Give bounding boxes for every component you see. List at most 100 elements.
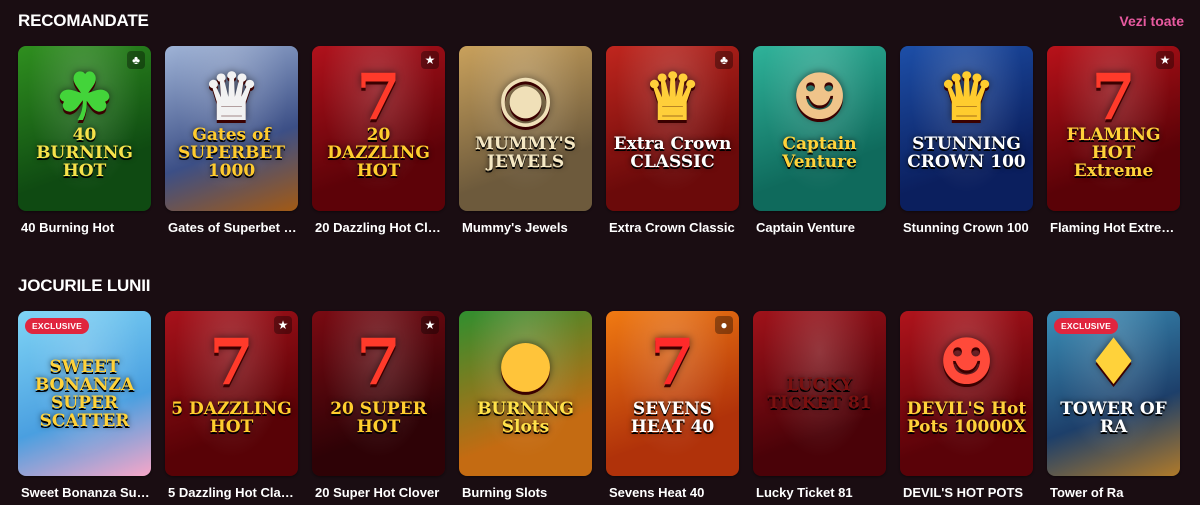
game-name[interactable]: 5 Dazzling Hot Classic xyxy=(165,485,298,500)
game-artwork: 7 20 DAZZLING HOT xyxy=(312,46,445,211)
game-name[interactable]: Lucky Ticket 81 xyxy=(753,485,886,500)
section-title: JOCURILE LUNII xyxy=(18,276,151,295)
game-card[interactable]: ♦ TOWER OF RA EXCLUSIVE Tower of Ra xyxy=(1047,311,1180,500)
game-name[interactable]: Burning Slots xyxy=(459,485,592,500)
game-emblem-icon: ☘ xyxy=(55,60,114,135)
provider-icon: ♣ xyxy=(127,51,145,69)
game-artwork: ● BURNING Slots xyxy=(459,311,592,476)
game-thumbnail[interactable]: ♛ Extra Crown CLASSIC ♣ xyxy=(606,46,739,211)
provider-icon: ★ xyxy=(274,316,292,334)
game-thumbnail[interactable]: 7 SEVENS HEAT 40 ● xyxy=(606,311,739,476)
game-logo-text: TOWER OF RA xyxy=(1060,398,1167,437)
game-artwork: 7 SEVENS HEAT 40 xyxy=(606,311,739,476)
game-thumbnail[interactable]: 7 20 DAZZLING HOT ★ xyxy=(312,46,445,211)
game-thumbnail[interactable]: ☻ DEVIL'S Hot Pots 10000X xyxy=(900,311,1033,476)
exclusive-badge: EXCLUSIVE xyxy=(1054,318,1118,334)
game-emblem-icon: 7 xyxy=(356,325,401,400)
game-card[interactable]: ♛ Gates of SUPERBET 1000 Gates of Superbet… xyxy=(165,46,298,235)
provider-icon: ● xyxy=(715,316,733,334)
game-artwork: ♦ TOWER OF RA xyxy=(1047,311,1180,476)
game-logo-text: SEVENS HEAT 40 xyxy=(630,398,715,437)
game-emblem-icon: ♛ xyxy=(643,60,702,135)
game-artwork: 7 20 SUPER HOT xyxy=(312,311,445,476)
game-card[interactable]: ● BURNING Slots Burning Slots xyxy=(459,311,592,500)
game-emblem-icon: ☻ xyxy=(937,325,996,400)
game-artwork: ☻ Captain Venture xyxy=(753,46,886,211)
game-card[interactable]: ☘ 40 BURNING HOT ♣ 40 Burning Hot xyxy=(18,46,151,235)
game-card[interactable]: 75 DAZZLING HOT ★ 5 Dazzling Hot Classic xyxy=(165,311,298,500)
games-row: ☘ 40 BURNING HOT ♣ 40 Burning Hot ♛ Gates of … xyxy=(18,46,1180,235)
game-card[interactable]: 7 SEVENS HEAT 40 ● Sevens Heat 40 xyxy=(606,311,739,500)
game-logo-text: BURNING Slots xyxy=(477,398,574,437)
game-card[interactable]: LUCKY TICKET 81 Lucky Ticket 81 xyxy=(753,311,886,500)
game-artwork: LUCKY TICKET 81 xyxy=(753,311,886,476)
game-card[interactable]: ♛ STUNNING CROWN 100 Stunning Crown 100 xyxy=(900,46,1033,235)
game-emblem-icon: 7 xyxy=(650,325,695,400)
game-thumbnail[interactable]: LUCKY TICKET 81 xyxy=(753,311,886,476)
game-card[interactable]: SWEET BONANZA SUPER SCATTER EXCLUSIVE Swee… xyxy=(18,311,151,500)
game-logo-text: SWEET BONANZA SUPER SCATTER xyxy=(34,356,135,431)
game-name[interactable]: DEVIL'S HOT POTS xyxy=(900,485,1033,500)
game-thumbnail[interactable]: SWEET BONANZA SUPER SCATTER EXCLUSIVE xyxy=(18,311,151,476)
game-thumbnail[interactable]: ● BURNING Slots xyxy=(459,311,592,476)
game-name[interactable]: Stunning Crown 100 xyxy=(900,220,1033,235)
game-emblem-icon: 7 xyxy=(1091,60,1136,135)
game-emblem-icon: ♦ xyxy=(1084,325,1143,400)
game-name[interactable]: Sevens Heat 40 xyxy=(606,485,739,500)
game-name[interactable]: Mummy's Jewels xyxy=(459,220,592,235)
game-name[interactable]: Gates of Superbet 1000 xyxy=(165,220,298,235)
provider-icon: ★ xyxy=(421,316,439,334)
game-card[interactable]: ☻ DEVIL'S Hot Pots 10000X DEVIL'S HOT POTS xyxy=(900,311,1033,500)
game-emblem-icon: ♛ xyxy=(202,60,261,135)
game-emblem-icon: 7 xyxy=(356,60,401,135)
game-thumbnail[interactable]: ☻ Captain Venture xyxy=(753,46,886,211)
exclusive-badge: EXCLUSIVE xyxy=(25,318,89,334)
game-artwork: 7 FLAMING HOT Extreme xyxy=(1047,46,1180,211)
game-logo-text: Extra Crown CLASSIC xyxy=(613,133,732,172)
game-thumbnail[interactable]: ♛ Gates of SUPERBET 1000 xyxy=(165,46,298,211)
game-emblem-icon: ☻ xyxy=(790,60,849,135)
game-logo-text: 20 SUPER HOT xyxy=(330,398,427,437)
game-thumbnail[interactable]: 75 DAZZLING HOT ★ xyxy=(165,311,298,476)
game-card[interactable]: 720 DAZZLING HOT★ 20 Dazzling Hot Classic xyxy=(312,46,445,235)
game-emblem-icon: ● xyxy=(497,325,554,400)
game-artwork: ♛ Extra Crown CLASSIC xyxy=(606,46,739,211)
game-emblem-icon: ◉ xyxy=(497,60,554,135)
game-artwork: ☘ 40 BURNING HOT xyxy=(18,46,151,211)
game-card[interactable]: 7 FLAMING HOT Extreme ★ Flaming Hot Extreme xyxy=(1047,46,1180,235)
game-thumbnail[interactable]: ♛ STUNNING CROWN 100 xyxy=(900,46,1033,211)
game-artwork: 75 DAZZLING HOT xyxy=(165,311,298,476)
game-logo-text: Captain Venture xyxy=(782,133,857,172)
provider-icon: ★ xyxy=(1156,51,1174,69)
game-name[interactable]: 20 Dazzling Hot Classic xyxy=(312,220,445,235)
game-name[interactable]: 40 Burning Hot xyxy=(18,220,151,235)
game-name[interactable]: Tower of Ra xyxy=(1047,485,1180,500)
game-thumbnail[interactable]: ◉ MUMMY'S JEWELS xyxy=(459,46,592,211)
game-artwork: ☻ DEVIL'S Hot Pots 10000X xyxy=(900,311,1033,476)
section-header: RECOMANDATE Vezi toate xyxy=(18,0,1184,44)
game-name[interactable]: Sweet Bonanza Super Scatter xyxy=(18,485,151,500)
game-logo-text: LUCKY TICKET 81 xyxy=(767,374,872,413)
game-thumbnail[interactable]: 7 20 SUPER HOT ★ xyxy=(312,311,445,476)
game-logo-text: STUNNING CROWN 100 xyxy=(907,133,1026,172)
game-card[interactable]: 7 20 SUPER HOT ★ 20 Super Hot Clover xyxy=(312,311,445,500)
game-name[interactable]: Extra Crown Classic xyxy=(606,220,739,235)
game-artwork: ◉ MUMMY'S JEWELS xyxy=(459,46,592,211)
game-card[interactable]: ☻ Captain Venture Captain Venture xyxy=(753,46,886,235)
game-card[interactable]: ♛ Extra Crown CLASSIC ♣ Extra Crown Classic xyxy=(606,46,739,235)
game-thumbnail[interactable]: 7 FLAMING HOT Extreme ★ xyxy=(1047,46,1180,211)
game-logo-text: DEVIL'S Hot Pots 10000X xyxy=(906,398,1027,437)
provider-icon: ♣ xyxy=(715,51,733,69)
game-card[interactable]: ◉ MUMMY'S JEWELS Mummy's Jewels xyxy=(459,46,592,235)
provider-icon: ★ xyxy=(421,51,439,69)
game-emblem-icon: 7 xyxy=(209,325,254,400)
game-logo-text: 5 DAZZLING HOT xyxy=(171,398,292,437)
game-name[interactable]: Flaming Hot Extreme xyxy=(1047,220,1180,235)
see-all-link[interactable]: Vezi toate xyxy=(1119,13,1184,29)
game-emblem-icon: ♛ xyxy=(937,60,996,135)
game-thumbnail[interactable]: ☘ 40 BURNING HOT ♣ xyxy=(18,46,151,211)
games-row: SWEET BONANZA SUPER SCATTER EXCLUSIVE Swee… xyxy=(18,311,1180,500)
game-thumbnail[interactable]: ♦ TOWER OF RA EXCLUSIVE xyxy=(1047,311,1180,476)
game-name[interactable]: 20 Super Hot Clover xyxy=(312,485,445,500)
game-name[interactable]: Captain Venture xyxy=(753,220,886,235)
